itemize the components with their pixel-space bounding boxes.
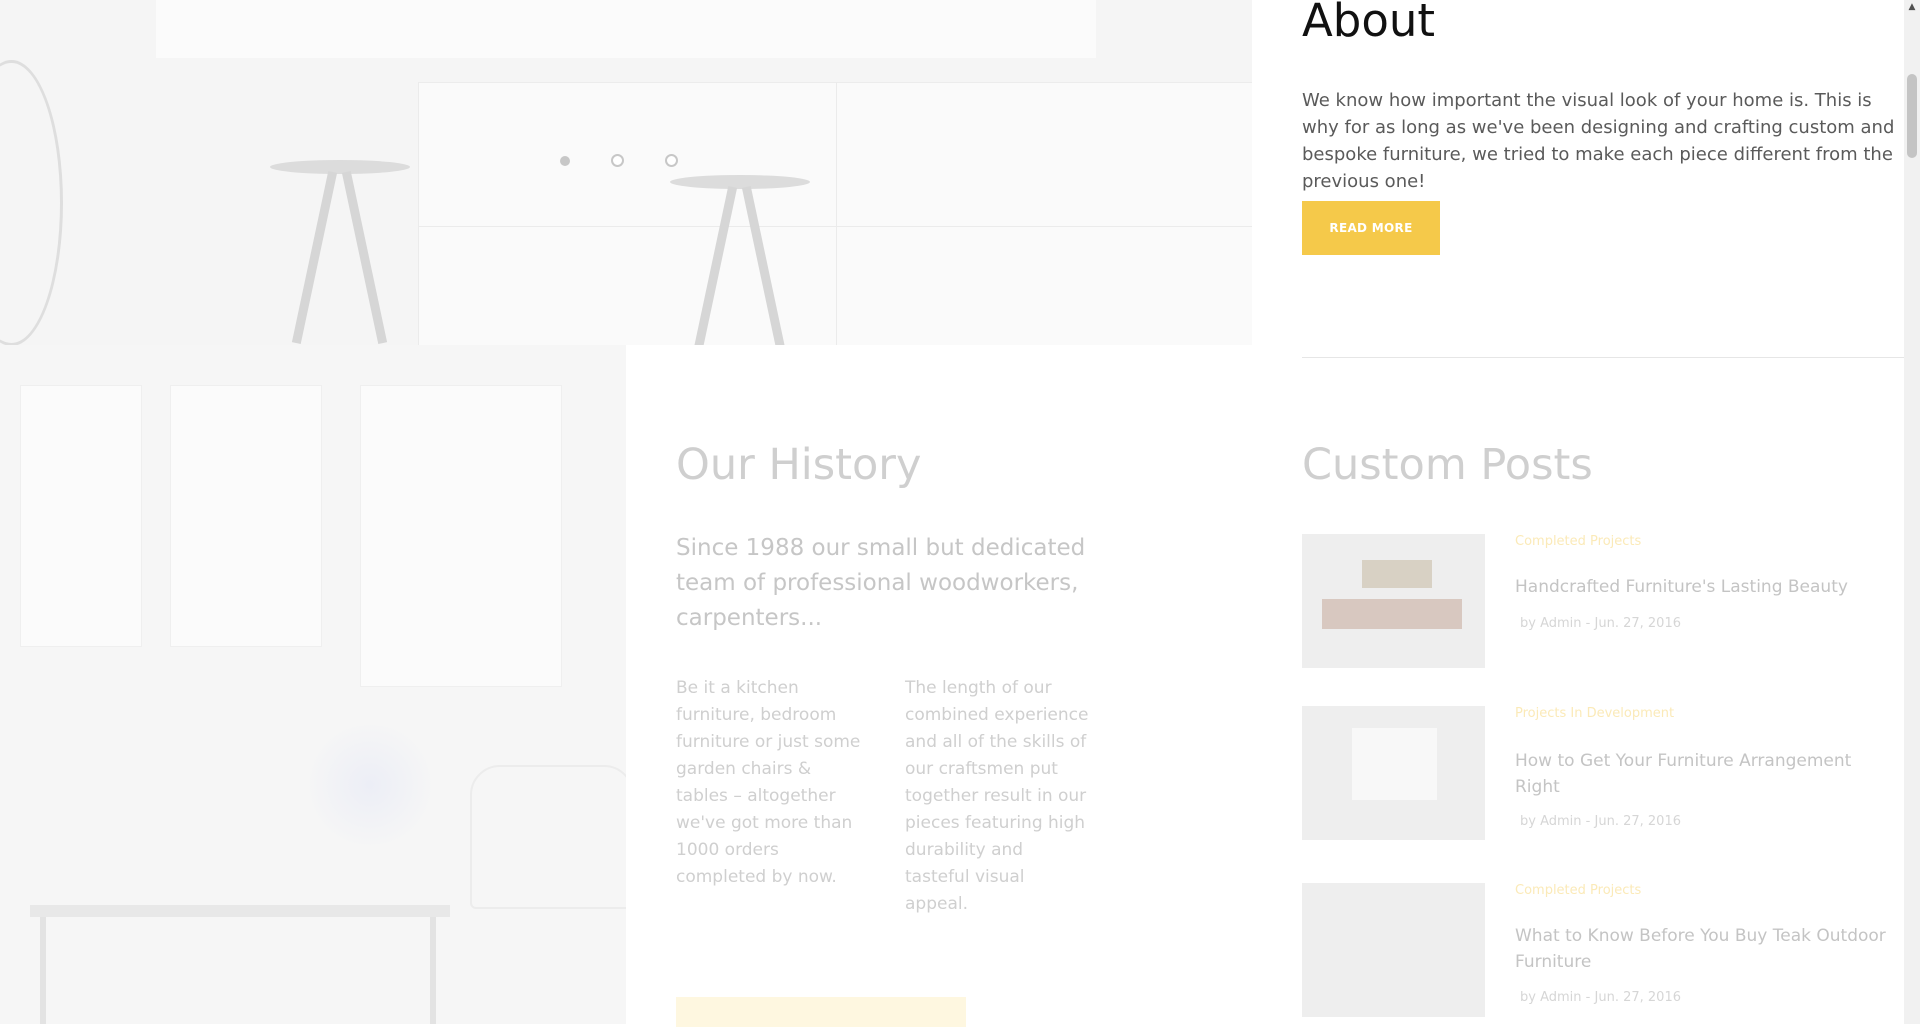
about-text: We know how important the visual look of… [1302, 90, 1895, 192]
post-meta-sep: - [1585, 814, 1591, 829]
post-date[interactable]: Jun. 27, 2016 [1595, 990, 1681, 1005]
history-lead: Since 1988 our small but dedicated team … [676, 535, 1086, 631]
kitchen-shelf [156, 0, 1096, 58]
post-title-link[interactable]: How to Get Your Furniture Arrangement Ri… [1515, 748, 1900, 800]
cabinet-divider [836, 82, 837, 345]
post-thumbnail[interactable] [1302, 706, 1485, 840]
bicycle-wheel [0, 60, 63, 345]
hero-slider-image [0, 0, 1252, 345]
post-author[interactable]: Admin [1540, 814, 1581, 829]
post-meta-sep: - [1585, 616, 1591, 631]
cabinet-divider [418, 226, 1252, 227]
table-leg [430, 917, 436, 1024]
post-item: Completed Projects Handcrafted Furniture… [1302, 534, 1902, 668]
window [360, 385, 562, 687]
cabinet-edge [418, 82, 419, 345]
slider-pagination [560, 154, 678, 167]
slider-dot-2[interactable] [611, 154, 624, 167]
post-meta-sep: - [1585, 990, 1591, 1005]
triangle-up-icon[interactable]: ▲ [1904, 0, 1920, 14]
history-button[interactable] [676, 997, 966, 1027]
window [170, 385, 322, 647]
post-meta: by Admin - Jun. 27, 2016 [1520, 616, 1681, 631]
post-category-link[interactable]: Completed Projects [1515, 883, 1641, 898]
living-room-image [0, 345, 626, 1024]
post-category-link[interactable]: Projects In Development [1515, 706, 1674, 721]
post-author[interactable]: Admin [1540, 616, 1581, 631]
history-title: Our History [676, 440, 922, 490]
post-thumbnail[interactable] [1302, 534, 1485, 668]
section-divider [1302, 357, 1904, 358]
post-item: Projects In Development How to Get Your … [1302, 706, 1902, 840]
scrollbar-thumb[interactable] [1907, 74, 1917, 158]
history-text-col1: Be it a kitchen furniture, bedroom furni… [676, 678, 861, 887]
post-meta-prefix: by [1520, 814, 1536, 829]
table-leg [40, 917, 46, 1024]
kitchen-cabinets [418, 82, 1252, 345]
slider-dot-3[interactable] [665, 154, 678, 167]
page-scrollbar[interactable]: ▲ [1904, 0, 1920, 1024]
coffee-table [30, 905, 450, 917]
post-title-link[interactable]: Handcrafted Furniture's Lasting Beauty [1515, 574, 1900, 600]
read-more-button[interactable]: READ MORE [1302, 201, 1440, 255]
post-meta-prefix: by [1520, 616, 1536, 631]
post-meta: by Admin - Jun. 27, 2016 [1520, 814, 1681, 829]
post-item: Completed Projects What to Know Before Y… [1302, 883, 1902, 1017]
posts-title: Custom Posts [1302, 440, 1593, 490]
about-title: About [1302, 0, 1436, 47]
flower-vase [300, 725, 440, 845]
slider-dot-1[interactable] [560, 155, 570, 166]
post-date[interactable]: Jun. 27, 2016 [1595, 814, 1681, 829]
post-title-link[interactable]: What to Know Before You Buy Teak Outdoor… [1515, 923, 1900, 975]
post-thumbnail[interactable] [1302, 883, 1485, 1017]
window [20, 385, 142, 647]
post-date[interactable]: Jun. 27, 2016 [1595, 616, 1681, 631]
armchair [470, 765, 626, 909]
post-category-link[interactable]: Completed Projects [1515, 534, 1641, 549]
post-meta: by Admin - Jun. 27, 2016 [1520, 990, 1681, 1005]
post-meta-prefix: by [1520, 990, 1536, 1005]
history-text-col2: The length of our combined experience an… [905, 678, 1089, 914]
post-author[interactable]: Admin [1540, 990, 1581, 1005]
